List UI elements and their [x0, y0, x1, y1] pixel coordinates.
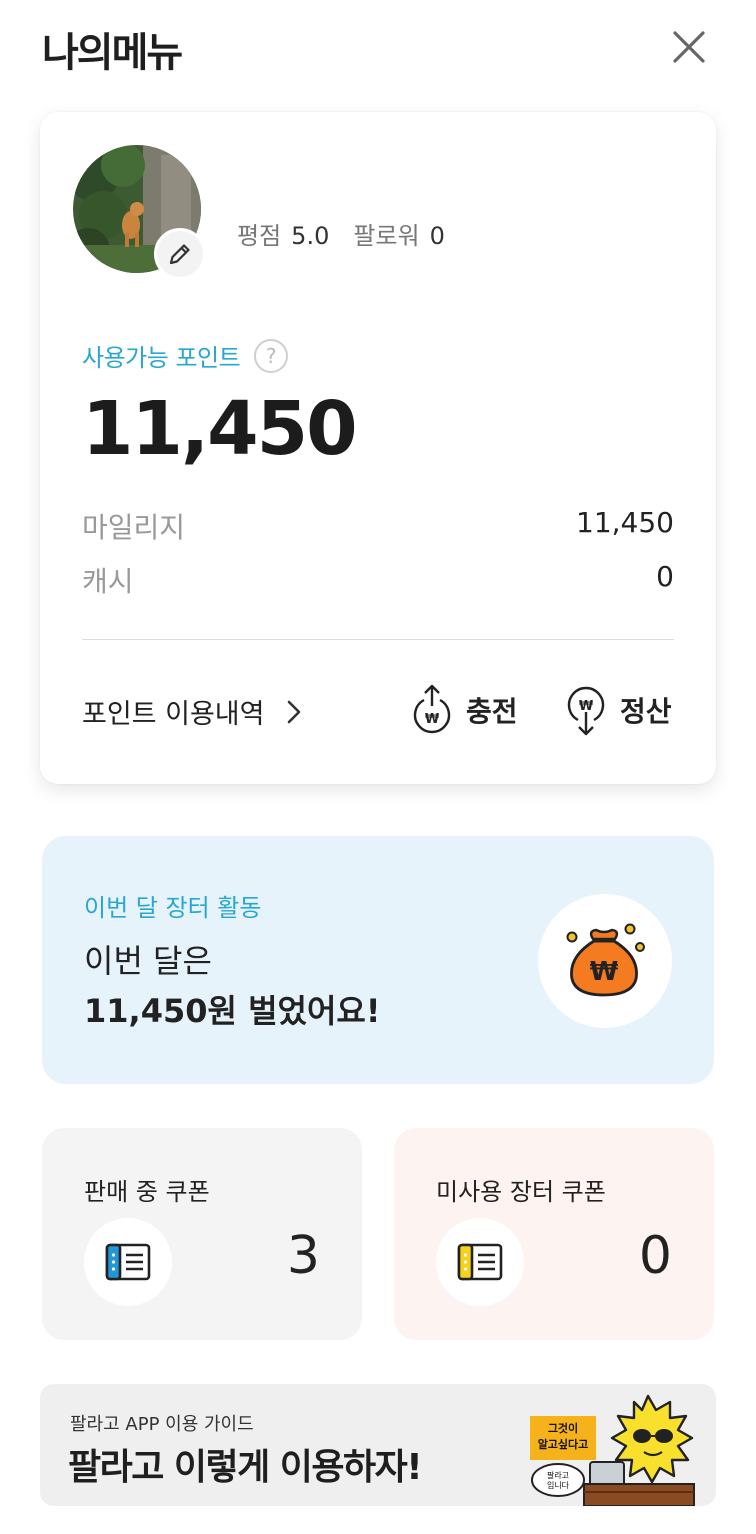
- money-bag-icon: ₩: [566, 923, 645, 997]
- mileage-label: 마일리지: [82, 511, 186, 544]
- cash-value: 0: [656, 560, 674, 593]
- close-icon[interactable]: [668, 26, 710, 68]
- money-bag-badge: ₩: [538, 894, 672, 1028]
- rating: 평점 5.0: [237, 222, 330, 250]
- selling-coupons-card[interactable]: 판매 중 쿠폰 3: [42, 1128, 362, 1340]
- app-guide-banner[interactable]: 팔라고 APP 이용 가이드 팔라고 이렇게 이용하자! 그것이 알고싶다고 팔…: [40, 1384, 716, 1506]
- selling-coupons-title: 판매 중 쿠폰: [84, 1178, 210, 1206]
- settle-label: 정산: [620, 695, 672, 728]
- pencil-icon: [169, 244, 190, 265]
- coupon-icon-badge: [436, 1218, 524, 1306]
- help-icon[interactable]: ?: [254, 338, 289, 373]
- guide-title: 팔라고 이렇게 이용하자!: [68, 1447, 423, 1488]
- points-history-label: 포인트 이용내역: [82, 699, 265, 730]
- edit-avatar-button[interactable]: [154, 228, 206, 280]
- points-history-link[interactable]: 포인트 이용내역: [82, 692, 302, 731]
- guide-subtitle: 팔라고 APP 이용 가이드: [70, 1414, 254, 1435]
- followers[interactable]: 팔로워 0: [353, 216, 445, 251]
- unused-coupons-count: 0: [638, 1226, 672, 1286]
- charge-icon: ₩: [413, 684, 451, 734]
- svg-text:₩: ₩: [425, 712, 440, 727]
- coupon-book-icon: [457, 1243, 503, 1281]
- activity-subtitle: 이번 달 장터 활동: [84, 894, 262, 922]
- available-points-label: 사용가능 포인트: [82, 344, 241, 372]
- header: 나의메뉴: [0, 0, 756, 100]
- svg-text:알고싶다고: 알고싶다고: [538, 1437, 589, 1451]
- unused-coupons-title: 미사용 장터 쿠폰: [436, 1178, 606, 1206]
- cash-label: 캐시: [82, 565, 134, 598]
- svg-text:팔라고: 팔라고: [547, 1470, 569, 1480]
- svg-text:입니다: 입니다: [547, 1480, 570, 1490]
- settle-icon: ₩: [567, 686, 605, 736]
- settle-button[interactable]: ₩ 정산: [566, 682, 672, 738]
- close-button[interactable]: [668, 26, 710, 68]
- activity-line-2: 11,450원 벌었어요!: [84, 992, 381, 1030]
- svg-text:그것이: 그것이: [548, 1421, 578, 1435]
- points-label-row: 사용가능 포인트 ?: [82, 338, 289, 373]
- charge-label: 충전: [466, 695, 518, 728]
- page-title: 나의메뉴: [42, 30, 183, 76]
- available-points-value: 11,450: [82, 386, 358, 472]
- svg-text:₩: ₩: [590, 957, 619, 987]
- cash-row: 캐시 0: [82, 560, 674, 600]
- unused-coupons-card[interactable]: 미사용 장터 쿠폰 0: [394, 1128, 714, 1340]
- coupon-book-icon: [105, 1243, 151, 1281]
- mileage-value: 11,450: [576, 506, 674, 539]
- profile-card: 평점 5.0 팔로워 0 사용가능 포인트 ? 11,450 마일리지 11,450…: [40, 112, 716, 784]
- chevron-right-icon: [288, 700, 301, 723]
- svg-text:₩: ₩: [579, 699, 594, 714]
- activity-message: 이번 달은 11,450원 벌었어요!: [84, 936, 380, 1036]
- divider: [82, 639, 674, 640]
- activity-line-1: 이번 달은: [84, 942, 212, 980]
- charge-button[interactable]: ₩ 충전: [412, 682, 518, 738]
- profile-stats: 평점 5.0 팔로워 0: [237, 216, 445, 251]
- mascot-illustration: 그것이 알고싶다고 팔라고 입니다: [530, 1394, 695, 1506]
- monthly-activity-card[interactable]: 이번 달 장터 활동 이번 달은 11,450원 벌었어요! ₩: [42, 836, 714, 1084]
- coupon-icon-badge: [84, 1218, 172, 1306]
- mileage-row: 마일리지 11,450: [82, 506, 674, 546]
- selling-coupons-count: 3: [286, 1226, 320, 1286]
